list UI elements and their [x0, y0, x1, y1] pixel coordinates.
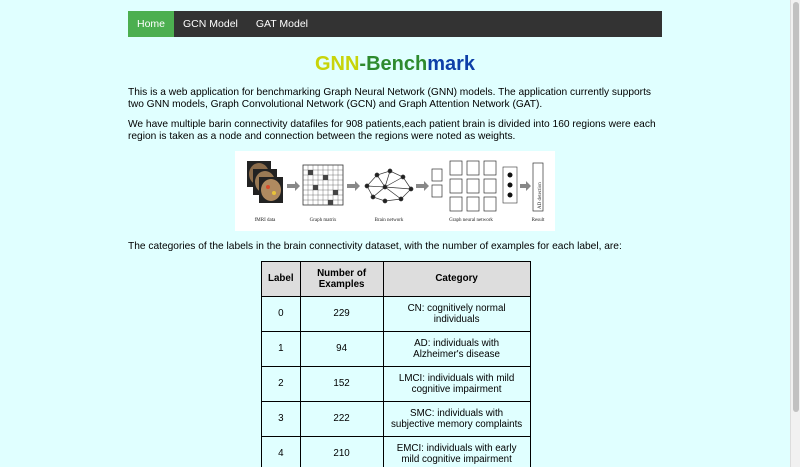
arrow-icon [520, 181, 531, 191]
top-navbar: Home GCN Model GAT Model [128, 11, 662, 37]
caption-graph-matrix: Graph matrix [310, 218, 337, 223]
cell-label: 0 [261, 296, 301, 332]
cell-category: CN: cognitively normal individuals [382, 296, 531, 332]
categories-paragraph: The categories of the labels in the brai… [128, 241, 622, 252]
table-header-row: Label Number of Examples Category [261, 261, 531, 297]
vertical-scrollbar[interactable] [790, 0, 800, 467]
graph-matrix-grid [302, 164, 344, 206]
table-row: 1 94 AD: individuals with Alzheimer's di… [261, 331, 531, 367]
cell-count: 210 [299, 436, 384, 467]
pipeline-diagram: AD detection fMRI data Graph matrix Brai… [247, 160, 545, 223]
main-container: Home GCN Model GAT Model GNN-Benchmark T… [128, 11, 662, 467]
scrollbar-thumb[interactable] [793, 2, 799, 412]
arrow-icon [347, 181, 360, 191]
table-row: 0 229 CN: cognitively normal individuals [261, 296, 531, 332]
cell-category: LMCI: individuals with mild cognitive im… [382, 366, 531, 402]
caption-brain-network: Brain network [375, 218, 404, 223]
table-row: 4 210 EMCI: individuals with early mild … [261, 436, 531, 467]
nav-gcn-model-link[interactable]: GCN Model [174, 11, 247, 37]
dataset-paragraph: We have multiple barin connectivity data… [128, 119, 656, 142]
nav-gat-model-link[interactable]: GAT Model [247, 11, 317, 37]
cell-label: 3 [261, 401, 301, 437]
cell-category: EMCI: individuals with early mild cognit… [382, 436, 531, 467]
gnn-pipeline-figure: AD detection fMRI data Graph matrix Brai… [235, 151, 555, 231]
cell-label: 1 [261, 331, 301, 367]
cell-label: 2 [261, 366, 301, 402]
header-category: Category [382, 261, 531, 297]
title-part-mark: mark [427, 53, 476, 75]
output-neurons [507, 172, 513, 198]
caption-graph-neural-network: Graph neural network [449, 218, 493, 223]
page-title: GNN-Benchmark [128, 52, 662, 76]
graph-neural-network-layers [431, 160, 497, 212]
cell-label: 4 [261, 436, 301, 467]
caption-result: Result [532, 218, 545, 223]
header-number-of-examples: Number of Examples [299, 261, 384, 297]
table-row: 2 152 LMCI: individuals with mild cognit… [261, 366, 531, 402]
title-part-bench: -Bench [359, 53, 428, 75]
nav-home-link[interactable]: Home [128, 11, 175, 37]
cell-count: 229 [299, 296, 384, 332]
cell-category: SMC: individuals with subjective memory … [382, 401, 531, 437]
title-part-gnn: GNN [314, 53, 360, 75]
ad-detection-label: AD detection [538, 182, 543, 209]
cell-category: AD: individuals with Alzheimer's disease [382, 331, 531, 367]
arrow-icon [416, 181, 429, 191]
intro-paragraph: This is a web application for benchmarki… [128, 87, 651, 110]
arrow-icon [287, 181, 300, 191]
header-label: Label [261, 261, 301, 297]
cell-count: 94 [299, 331, 384, 367]
table-row: 3 222 SMC: individuals with subjective m… [261, 401, 531, 437]
cell-count: 222 [299, 401, 384, 437]
cell-count: 152 [299, 366, 384, 402]
label-categories-table: Label Number of Examples Category 0 229 … [261, 261, 531, 467]
caption-fmri-data: fMRI data [255, 218, 276, 223]
fmri-brain-images [247, 161, 283, 203]
brain-network-graph [364, 168, 414, 204]
page: Home GCN Model GAT Model GNN-Benchmark T… [0, 0, 800, 467]
